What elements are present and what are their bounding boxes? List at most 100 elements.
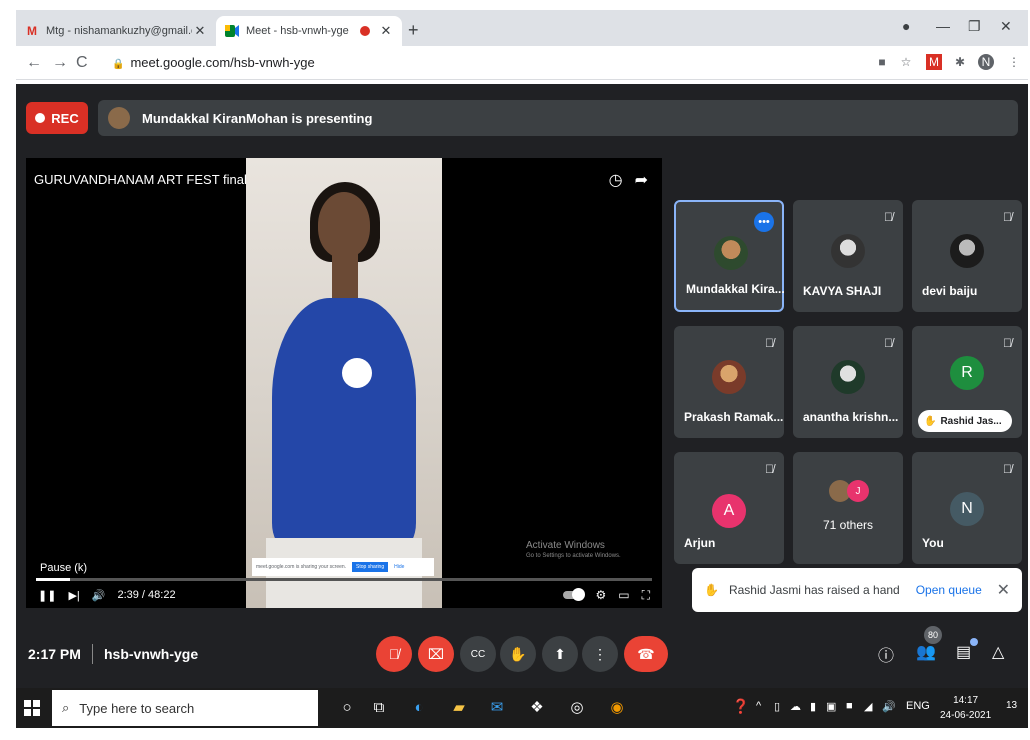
settings-icon[interactable]: ⚙	[595, 588, 606, 602]
hide-button[interactable]: Hide	[394, 564, 404, 570]
mic-off-icon: 🎙̸	[765, 462, 774, 476]
restore-icon[interactable]: ❐	[968, 18, 981, 35]
pause-icon[interactable]: ❚❚	[38, 589, 56, 602]
wifi-icon[interactable]: ◢	[864, 700, 872, 713]
search-placeholder: Type here to search	[79, 700, 195, 716]
participant-tile[interactable]: 🎙̸ devi baiju	[912, 200, 1022, 312]
others-label: 71 others	[822, 518, 874, 532]
video-progress[interactable]	[36, 578, 652, 581]
cortana-icon[interactable]: ○	[336, 696, 358, 718]
window-close-icon[interactable]: ✕	[1000, 18, 1012, 35]
info-icon[interactable]: ⓘ	[878, 642, 894, 666]
people-icon[interactable]: 👥	[916, 642, 936, 662]
tray-app-icon[interactable]: ▣	[826, 700, 836, 713]
onedrive-icon[interactable]: ☁	[790, 700, 801, 713]
chrome-icon[interactable]: ◉	[606, 696, 628, 718]
leave-call-button[interactable]: ☎	[624, 636, 668, 672]
chevron-up-icon[interactable]: ^	[756, 700, 761, 712]
extension-icon[interactable]: M	[926, 54, 942, 70]
others-avatars: J	[829, 480, 869, 502]
language-indicator[interactable]: ENG	[906, 700, 930, 712]
task-view-icon[interactable]: ⧉	[368, 696, 390, 718]
share-icon[interactable]: ➦	[635, 170, 648, 190]
meet-tray-icon[interactable]: ■	[846, 700, 853, 712]
participant-name: Mundakkal Kira...	[686, 282, 785, 296]
participant-tile[interactable]: 🎙̸ A Arjun	[674, 452, 784, 564]
close-tab-icon[interactable]: ✕	[192, 23, 208, 39]
url-field[interactable]: 🔒 meet.google.com/hsb-vnwh-yge	[112, 55, 315, 70]
app-icon[interactable]: ◎	[566, 696, 588, 718]
stop-sharing-button[interactable]: Stop sharing	[352, 562, 389, 572]
progress-fill	[36, 578, 70, 581]
participant-name: You	[922, 536, 944, 550]
performer-body	[272, 298, 416, 548]
presentation-video[interactable]: GURUVANDHANAM ART FEST final ◷ ➦ meet.go…	[26, 158, 662, 608]
performer-badge	[342, 358, 372, 388]
next-icon[interactable]: ▶|	[68, 589, 79, 602]
sharing-text: meet.google.com is sharing your screen.	[256, 564, 347, 570]
chat-icon[interactable]: ▤	[956, 642, 971, 662]
captions-icon: CC	[470, 648, 486, 660]
lock-icon: 🔒	[112, 59, 125, 70]
profile-dot-icon[interactable]: ●	[902, 18, 910, 34]
battery-icon[interactable]: ▮	[810, 700, 816, 713]
tab-gmail[interactable]: M Mtg - nishamankuzhy@gmail.co ✕	[16, 16, 216, 46]
sharing-bar: meet.google.com is sharing your screen. …	[252, 558, 434, 576]
profile-avatar[interactable]: N	[978, 54, 994, 70]
activate-title: Activate Windows	[526, 540, 605, 551]
recording-icon	[360, 26, 370, 36]
menu-icon[interactable]: ⋮	[1006, 54, 1022, 70]
hand-icon: ✋	[509, 645, 527, 662]
raise-hand-button[interactable]: ✋	[500, 636, 536, 672]
watch-later-icon[interactable]: ◷	[609, 170, 623, 190]
activities-icon[interactable]: △	[992, 642, 1004, 662]
reload-icon[interactable]: C	[76, 54, 88, 72]
new-tab-button[interactable]: +	[408, 20, 419, 41]
back-icon[interactable]: ←	[26, 54, 42, 72]
participant-tile[interactable]: 🎙̸ R ✋ Rashid Jas...	[912, 326, 1022, 438]
mail-icon[interactable]: ✉	[486, 696, 508, 718]
minimize-icon[interactable]: —	[936, 18, 950, 34]
autoplay-toggle[interactable]	[563, 588, 586, 601]
captions-button[interactable]: CC	[460, 636, 496, 672]
camera-icon[interactable]: ■	[874, 54, 890, 70]
participant-tile[interactable]: 🎙̸ Prakash Ramak...	[674, 326, 784, 438]
rec-badge: REC	[26, 102, 88, 134]
forward-icon[interactable]: →	[52, 54, 68, 72]
participant-tile[interactable]: ••• Mundakkal Kira...	[674, 200, 785, 312]
participant-tile[interactable]: 🎙̸ N You	[912, 452, 1022, 564]
camera-toggle-button[interactable]: ⌧	[418, 636, 454, 672]
puzzle-icon[interactable]: ✱	[952, 54, 968, 70]
taskbar-clock[interactable]: 14:17 24-06-2021	[940, 693, 991, 723]
star-icon[interactable]: ☆	[898, 54, 914, 70]
edge-icon[interactable]: ◐	[408, 696, 430, 718]
participant-tile[interactable]: 🎙̸ KAVYA SHAJI	[793, 200, 903, 312]
close-icon[interactable]: ✕	[997, 580, 1010, 600]
more-options-button[interactable]: ⋮	[582, 636, 618, 672]
participant-avatar: N	[950, 492, 984, 526]
notification-count[interactable]: 13	[1006, 700, 1017, 711]
close-tab-icon[interactable]: ✕	[378, 23, 394, 39]
performer-neck	[332, 254, 358, 304]
mic-off-icon: 🎙̸	[884, 336, 893, 350]
dropbox-icon[interactable]: ❖	[526, 696, 548, 718]
help-icon[interactable]: ❓	[732, 698, 749, 715]
mic-off-icon: 🎙̸	[765, 336, 774, 350]
taskbar-search[interactable]: ⌕ Type here to search	[52, 690, 318, 726]
windows-start-icon[interactable]	[24, 700, 40, 716]
volume-icon[interactable]: 🔊	[92, 589, 106, 602]
mic-toggle-button[interactable]: 🎙̸	[376, 636, 412, 672]
tab-meet[interactable]: Meet - hsb-vnwh-yge ✕	[216, 16, 402, 46]
more-options-icon[interactable]: •••	[754, 212, 774, 232]
participant-tile[interactable]: J 71 others	[793, 452, 903, 564]
present-button[interactable]: ⬆	[542, 636, 578, 672]
speaker-icon[interactable]: 🔊	[882, 700, 896, 713]
cast-icon[interactable]: ▭	[618, 588, 629, 602]
open-queue-button[interactable]: Open queue	[916, 583, 982, 597]
end-call-icon: ☎	[637, 645, 655, 662]
tray-app-icon[interactable]: ▯	[774, 700, 780, 713]
file-explorer-icon[interactable]: ▰	[448, 696, 470, 718]
mic-off-icon: 🎙̸	[1003, 462, 1012, 476]
fullscreen-exit-icon[interactable]: ⛶	[642, 588, 650, 603]
participant-tile[interactable]: 🎙̸ anantha krishn...	[793, 326, 903, 438]
